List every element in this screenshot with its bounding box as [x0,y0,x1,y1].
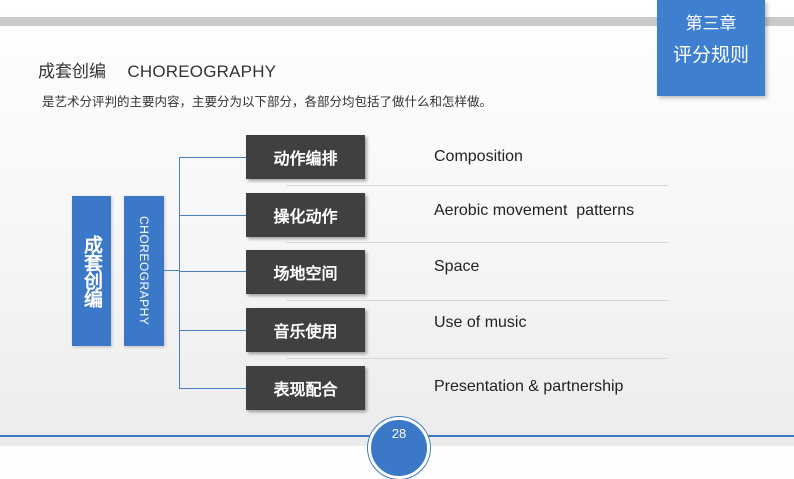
item-box-presentation: 表现配合 [246,366,365,410]
connector-branch [179,330,246,331]
side-label-en: CHOREOGRAPHY [124,196,164,346]
page-title-en: CHOREOGRAPHY [127,62,277,81]
connector-trunk [179,157,180,388]
item-label-movement-patterns: Aerobic movement patterns [434,202,635,219]
row-divider [286,358,668,359]
item-label-music: Use of music [434,314,527,331]
page-title-zh: 成套创编 [38,62,106,82]
chapter-badge: 第三章 评分规则 [657,0,765,96]
chapter-title: 评分规则 [672,44,749,66]
connector-stem [164,270,180,271]
row-divider [286,242,668,243]
row-divider [286,185,668,186]
item-box-movement-patterns: 操化动作 [246,193,365,237]
connector-branch [179,271,246,272]
row-divider [286,300,668,301]
side-label-zh: 成套创编 [72,196,111,346]
connector-branch [179,215,246,216]
item-box-space: 场地空间 [246,250,365,294]
page-title: 成套创编 CHOREOGRAPHY [38,57,276,82]
item-box-composition: 动作编排 [246,135,365,179]
item-box-music: 音乐使用 [246,308,365,352]
page-number: 28 [391,426,407,441]
chapter-number: 第三章 [685,14,737,34]
intro-text: 是艺术分评判的主要内容，主要分为以下部分，各部分均包括了做什么和怎样做。 [42,94,493,109]
item-label-composition: Composition [434,148,523,165]
connector-branch [179,388,246,389]
item-label-space: Space [434,258,480,275]
item-label-presentation: Presentation & partnership [434,378,624,395]
connector-branch [179,157,246,158]
